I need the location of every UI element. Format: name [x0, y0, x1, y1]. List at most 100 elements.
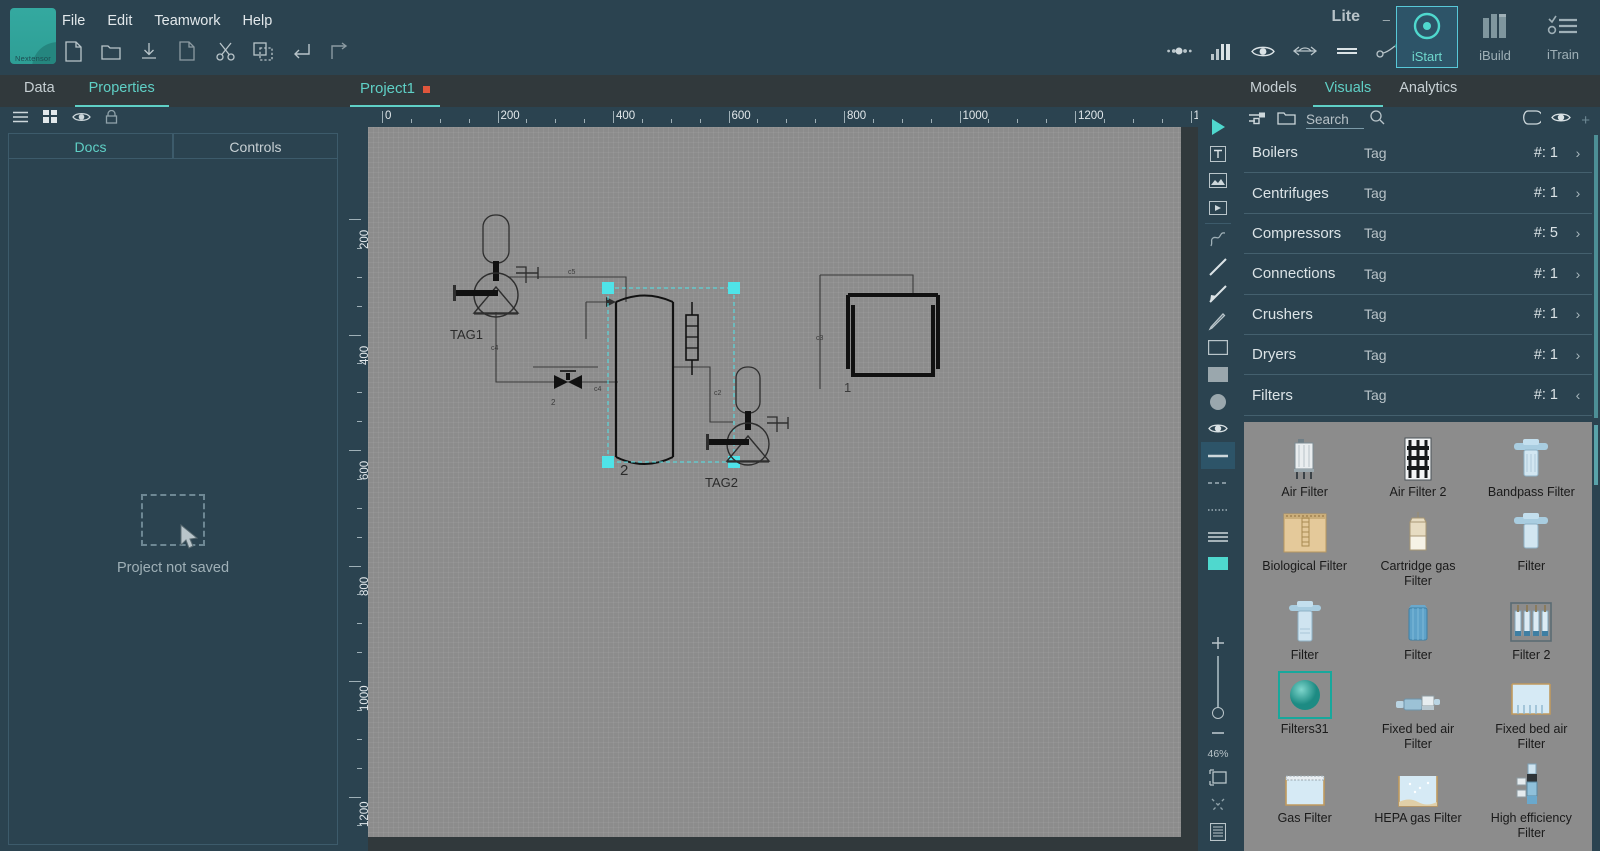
stroke-width-icon[interactable] — [1201, 523, 1235, 550]
category-chevron-icon[interactable]: › — [1572, 145, 1584, 161]
image-tool-icon[interactable] — [1201, 167, 1235, 194]
category-list[interactable]: Boilers Tag #: 1 › Centrifuges Tag #: 1 › Compre… — [1244, 133, 1592, 420]
category-chevron-icon[interactable]: › — [1572, 225, 1584, 241]
category-chevron-icon[interactable]: › — [1572, 306, 1584, 322]
visual-item[interactable]: Air Filter 2 — [1361, 430, 1474, 500]
visual-item[interactable]: Gas Filter — [1248, 756, 1361, 841]
visual-item[interactable]: Filter 2 — [1475, 593, 1588, 663]
new-file-icon[interactable] — [60, 38, 86, 64]
sub-tab-docs[interactable]: Docs — [8, 133, 173, 159]
dots-icon[interactable] — [1166, 38, 1192, 64]
bar-chart-icon[interactable] — [1208, 38, 1234, 64]
eye-icon[interactable] — [1250, 38, 1276, 64]
tag-icon[interactable] — [1523, 110, 1544, 130]
category-row[interactable]: Dryers Tag #: 1 › — [1244, 335, 1592, 376]
play-icon[interactable] — [1201, 113, 1235, 140]
visual-item[interactable]: Cartridge gas Filter — [1361, 504, 1474, 589]
tab-properties[interactable]: Properties — [74, 75, 169, 107]
visual-item[interactable]: Bandpass Filter — [1475, 430, 1588, 500]
hamburger-icon[interactable] — [12, 110, 29, 128]
menu-file[interactable]: File — [62, 13, 85, 29]
pencil-tool-icon[interactable] — [1201, 307, 1235, 334]
mode-tab-itrain[interactable]: iTrain — [1532, 6, 1594, 68]
folder-icon[interactable] — [1277, 110, 1296, 130]
visual-item[interactable]: Filters31 — [1248, 667, 1361, 752]
grid-icon[interactable] — [43, 109, 58, 129]
swap-arrows-icon[interactable] — [1292, 38, 1318, 64]
mode-tab-ibuild[interactable]: iBuild — [1464, 6, 1526, 68]
ellipse-tool-icon[interactable] — [1201, 388, 1235, 415]
line-tool-icon[interactable] — [1201, 253, 1235, 280]
grid-scrollbar[interactable] — [1594, 425, 1598, 485]
visual-item[interactable]: Fixed bed air Filter — [1361, 667, 1474, 752]
open-folder-icon[interactable] — [98, 38, 124, 64]
zoom-in-button[interactable] — [1201, 629, 1235, 656]
text-tool-icon[interactable] — [1201, 140, 1235, 167]
arrow-tool-icon[interactable] — [1201, 280, 1235, 307]
visual-item[interactable]: Filter — [1475, 504, 1588, 589]
lock-icon[interactable] — [105, 109, 118, 129]
solid-stroke-icon[interactable] — [1201, 442, 1235, 469]
undo-icon[interactable] — [288, 38, 314, 64]
cut-scissors-icon[interactable] — [212, 38, 238, 64]
sub-tab-controls[interactable]: Controls — [173, 133, 338, 159]
add-item-button[interactable]: + — [1581, 112, 1590, 129]
diagram-canvas[interactable]: TAG1 2 2 TAG2 1 c5 c4 c4 c2 c3 — [368, 127, 1181, 837]
category-chevron-icon[interactable]: › — [1572, 347, 1584, 363]
paste-icon[interactable] — [250, 38, 276, 64]
video-tool-icon[interactable] — [1201, 194, 1235, 221]
eye-icon[interactable] — [1201, 415, 1235, 442]
polyline-tool-icon[interactable] — [1201, 226, 1235, 253]
menu-teamwork[interactable]: Teamwork — [154, 13, 220, 29]
dotted-stroke-icon[interactable] — [1201, 496, 1235, 523]
filter-settings-icon[interactable] — [1248, 111, 1267, 130]
layers-list-icon[interactable] — [1201, 818, 1235, 845]
visual-item[interactable]: Air Filter — [1248, 430, 1361, 500]
visual-item[interactable]: High efficiency Filter — [1475, 756, 1588, 841]
vertical-ruler[interactable]: 200 400 600 800 1000 1200 — [345, 127, 368, 851]
eye-icon[interactable] — [72, 110, 91, 128]
dashed-stroke-icon[interactable] — [1201, 469, 1235, 496]
fit-to-screen-icon[interactable] — [1201, 764, 1235, 791]
category-row[interactable]: Centrifuges Tag #: 1 › — [1244, 173, 1592, 214]
menu-help[interactable]: Help — [242, 13, 272, 29]
mode-tab-istart[interactable]: iStart — [1396, 6, 1458, 68]
save-icon[interactable] — [136, 38, 162, 64]
minimize-button[interactable]: – — [1383, 12, 1390, 27]
redo-icon[interactable] — [326, 38, 352, 64]
zoom-slider[interactable] — [1212, 656, 1224, 719]
filled-rect-tool-icon[interactable] — [1201, 361, 1235, 388]
menu-edit[interactable]: Edit — [107, 13, 132, 29]
visual-item[interactable]: Fixed bed air Filter — [1475, 667, 1588, 752]
category-row[interactable]: Boilers Tag #: 1 › — [1244, 133, 1592, 174]
category-scrollbar[interactable] — [1594, 135, 1598, 418]
horizontal-ruler[interactable]: 0200400600800100012001400 — [368, 107, 1198, 127]
fill-color-swatch[interactable] — [1201, 550, 1235, 577]
visual-item[interactable]: Filter — [1248, 593, 1361, 663]
tab-data[interactable]: Data — [10, 75, 69, 107]
project-tab[interactable]: Project1 — [350, 75, 441, 107]
visual-item[interactable]: HEPA gas Filter — [1361, 756, 1474, 841]
tab-visuals[interactable]: Visuals — [1312, 75, 1384, 107]
category-chevron-icon[interactable]: › — [1572, 185, 1584, 201]
rectangle-tool-icon[interactable] — [1201, 334, 1235, 361]
zoom-out-button[interactable] — [1201, 719, 1235, 746]
ruler-label: 1200 — [1078, 110, 1104, 122]
visual-item[interactable]: Filter — [1361, 593, 1474, 663]
category-row[interactable]: Filters Tag #: 1 ‹ — [1244, 375, 1592, 416]
eye-icon[interactable] — [1551, 111, 1572, 129]
category-row[interactable]: Crushers Tag #: 1 › — [1244, 295, 1592, 335]
expand-icon[interactable] — [1201, 791, 1235, 818]
category-chevron-icon[interactable]: ‹ — [1572, 387, 1584, 403]
category-chevron-icon[interactable]: › — [1572, 266, 1584, 282]
search-input[interactable]: Search — [1306, 110, 1385, 130]
selection-handle-tl — [602, 282, 614, 294]
category-row[interactable]: Connections Tag #: 1 › — [1244, 254, 1592, 295]
category-row[interactable]: Compressors Tag #: 5 › — [1244, 214, 1592, 255]
tab-models[interactable]: Models — [1238, 75, 1309, 107]
visual-item[interactable]: Biological Filter — [1248, 504, 1361, 589]
copy-icon[interactable] — [174, 38, 200, 64]
tab-analytics[interactable]: Analytics — [1387, 75, 1469, 107]
equals-lines-icon[interactable] — [1334, 38, 1360, 64]
visual-items-grid[interactable]: Air Filter Air Filter 2 Bandpass Filter Bio… — [1244, 422, 1592, 851]
